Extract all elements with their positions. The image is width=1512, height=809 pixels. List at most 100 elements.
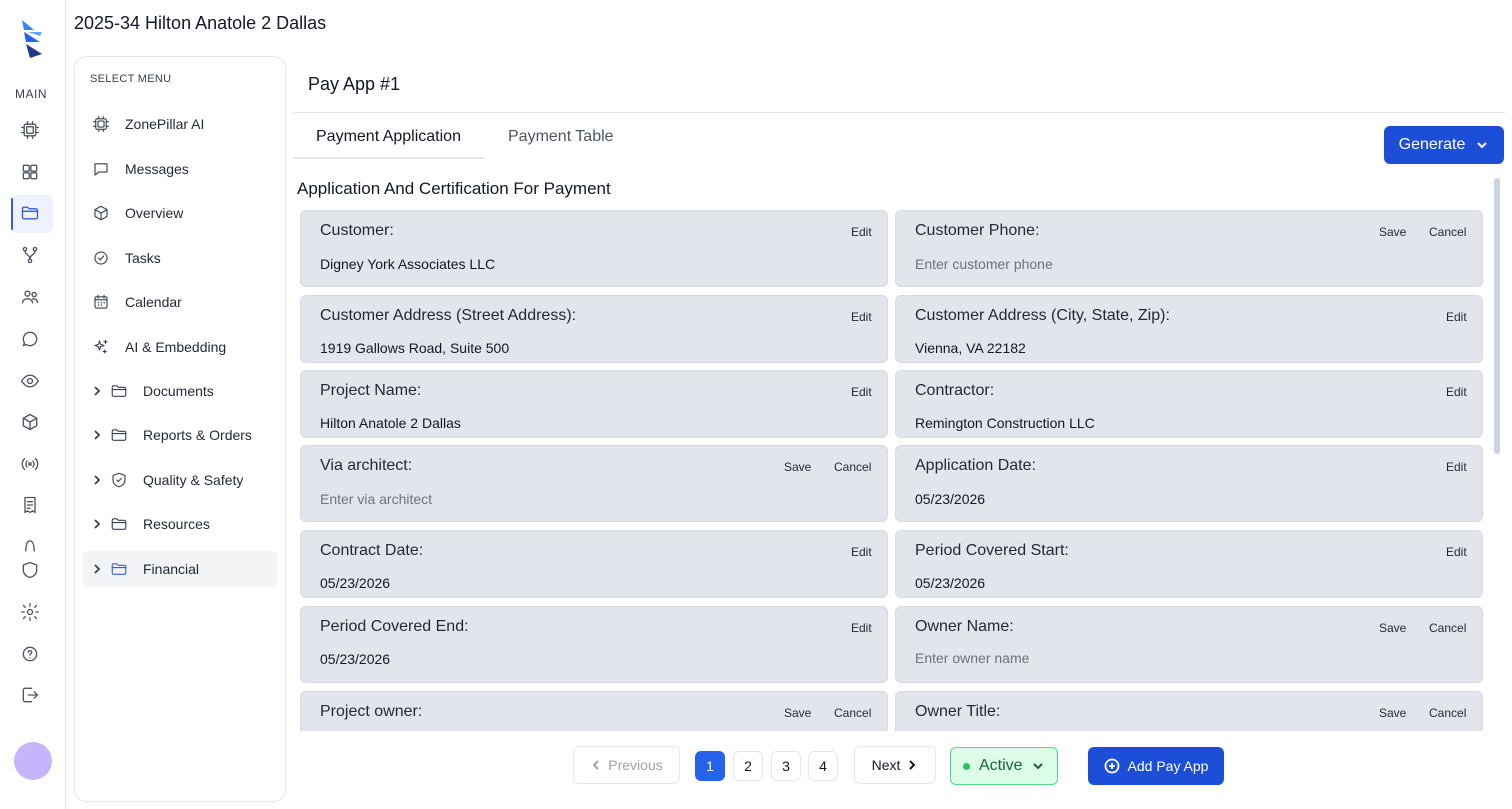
cancel-button[interactable]: Cancel <box>834 460 871 474</box>
previous-button[interactable]: Previous <box>573 746 680 784</box>
chevron-down-icon <box>1032 763 1043 770</box>
menu-item-tasks[interactable]: Tasks <box>83 240 277 276</box>
chevron-right-icon[interactable] <box>91 518 103 530</box>
menu-item-label: Messages <box>125 161 189 177</box>
tab-payment-application[interactable]: Payment Application <box>316 128 461 146</box>
edit-button[interactable]: Edit <box>851 545 872 559</box>
save-button[interactable]: Save <box>784 460 811 474</box>
next-button[interactable]: Next <box>854 746 936 784</box>
avatar[interactable] <box>14 742 52 780</box>
edit-button[interactable]: Edit <box>851 621 872 635</box>
field-label: Application Date: <box>915 457 1036 474</box>
field-value: 05/23/2026 <box>320 575 391 591</box>
app-logo[interactable] <box>18 16 46 60</box>
pay-app-header: Pay App #1 <box>293 56 1505 113</box>
edit-button[interactable]: Edit <box>851 385 872 399</box>
field-card-project-name: Project Name: Edit Hilton Anatole 2 Dall… <box>300 370 888 438</box>
field-label: Owner Title: <box>915 703 1001 720</box>
status-dropdown[interactable]: Active <box>950 747 1058 785</box>
scrollbar[interactable] <box>1492 178 1502 730</box>
arch-icon[interactable] <box>17 533 43 559</box>
edit-button[interactable]: Edit <box>1446 385 1467 399</box>
calendar-icon <box>91 292 111 312</box>
chevron-right-icon[interactable] <box>91 474 103 486</box>
field-label: Customer Phone: <box>915 222 1040 239</box>
add-pay-app-button[interactable]: Add Pay App <box>1088 747 1224 785</box>
cancel-button[interactable]: Cancel <box>1429 621 1466 635</box>
field-card-via-architect: Via architect: Save Cancel Enter via arc… <box>300 445 888 522</box>
broadcast-icon[interactable] <box>17 451 43 477</box>
menu-item-quality-safety[interactable]: Quality & Safety <box>83 462 277 498</box>
page-button-2[interactable]: 2 <box>733 751 763 781</box>
menu-item-label: Resources <box>143 516 210 532</box>
menu-item-documents[interactable]: Documents <box>83 373 277 409</box>
save-button[interactable]: Save <box>1379 225 1406 239</box>
chevron-left-icon <box>592 760 599 770</box>
generate-button[interactable]: Generate <box>1384 126 1504 164</box>
page-button-4[interactable]: 4 <box>808 751 838 781</box>
eye-icon[interactable] <box>17 368 43 394</box>
branch-icon[interactable] <box>17 242 43 268</box>
settings-icon[interactable] <box>17 599 43 625</box>
field-value: Hilton Anatole 2 Dallas <box>320 415 461 431</box>
field-card-customer-phone: Customer Phone: Save Cancel Enter custom… <box>895 210 1483 287</box>
page-button-1[interactable]: 1 <box>695 751 725 781</box>
owner-name-input[interactable]: Enter owner name <box>915 650 1029 666</box>
field-label: Project owner: <box>320 703 423 720</box>
folder-icon <box>109 425 129 445</box>
menu-item-financial[interactable]: Financial <box>83 551 277 587</box>
cancel-button[interactable]: Cancel <box>834 706 871 720</box>
page-button-3[interactable]: 3 <box>771 751 801 781</box>
field-card-contractor: Contractor: Edit Remington Construction … <box>895 370 1483 438</box>
menu-item-zonepillar-ai[interactable]: ZonePillar AI <box>83 106 277 142</box>
field-label: Customer Address (City, State, Zip): <box>915 307 1170 324</box>
field-card-application-date: Application Date: Edit 05/23/2026 <box>895 445 1483 522</box>
field-value: 05/23/2026 <box>915 575 986 591</box>
field-value: Remington Construction LLC <box>915 415 1095 431</box>
field-card-contract-date: Contract Date: Edit 05/23/2026 <box>300 530 888 598</box>
chip-icon[interactable] <box>17 117 43 143</box>
menu-item-ai-embedding[interactable]: AI & Embedding <box>83 329 277 365</box>
cube-icon[interactable] <box>17 409 43 435</box>
customer-phone-input[interactable]: Enter customer phone <box>915 256 1053 272</box>
via-architect-input[interactable]: Enter via architect <box>320 491 432 507</box>
field-label: Customer Address (Street Address): <box>320 307 577 324</box>
folder-icon[interactable] <box>17 200 43 226</box>
scrollbar-thumb[interactable] <box>1494 178 1500 454</box>
menu-item-label: Quality & Safety <box>143 472 244 488</box>
logout-icon[interactable] <box>17 682 43 708</box>
chevron-right-icon[interactable] <box>91 429 103 441</box>
menu-item-reports-orders[interactable]: Reports & Orders <box>83 417 277 453</box>
grid-icon[interactable] <box>17 159 43 185</box>
save-button[interactable]: Save <box>1379 706 1406 720</box>
shield-icon[interactable] <box>17 557 43 583</box>
menu-item-resources[interactable]: Resources <box>83 506 277 542</box>
fields-scroll-area[interactable]: Customer: Edit Digney York Associates LL… <box>293 205 1505 731</box>
cancel-button[interactable]: Cancel <box>1429 225 1466 239</box>
menu-item-overview[interactable]: Overview <box>83 195 277 231</box>
project-title: 2025-34 Hilton Anatole 2 Dallas <box>74 13 327 33</box>
chat-icon[interactable] <box>17 326 43 352</box>
edit-button[interactable]: Edit <box>851 225 872 239</box>
field-value: Vienna, VA 22182 <box>915 340 1026 356</box>
active-tab-indicator <box>293 157 485 159</box>
chevron-right-icon[interactable] <box>91 563 103 575</box>
help-icon[interactable] <box>17 641 43 667</box>
field-label: Via architect: <box>320 457 413 474</box>
cancel-button[interactable]: Cancel <box>1429 706 1466 720</box>
receipt-icon[interactable] <box>17 492 43 518</box>
status-label: Active <box>979 757 1023 774</box>
save-button[interactable]: Save <box>784 706 811 720</box>
field-label: Period Covered End: <box>320 618 469 635</box>
edit-button[interactable]: Edit <box>1446 460 1467 474</box>
users-icon[interactable] <box>17 284 43 310</box>
edit-button[interactable]: Edit <box>1446 310 1467 324</box>
menu-item-calendar[interactable]: Calendar <box>83 284 277 320</box>
edit-button[interactable]: Edit <box>851 310 872 324</box>
field-card-period-end: Period Covered End: Edit 05/23/2026 <box>300 606 888 683</box>
edit-button[interactable]: Edit <box>1446 545 1467 559</box>
menu-item-messages[interactable]: Messages <box>83 151 277 187</box>
save-button[interactable]: Save <box>1379 621 1406 635</box>
tab-payment-table[interactable]: Payment Table <box>508 128 614 146</box>
chevron-right-icon[interactable] <box>91 385 103 397</box>
